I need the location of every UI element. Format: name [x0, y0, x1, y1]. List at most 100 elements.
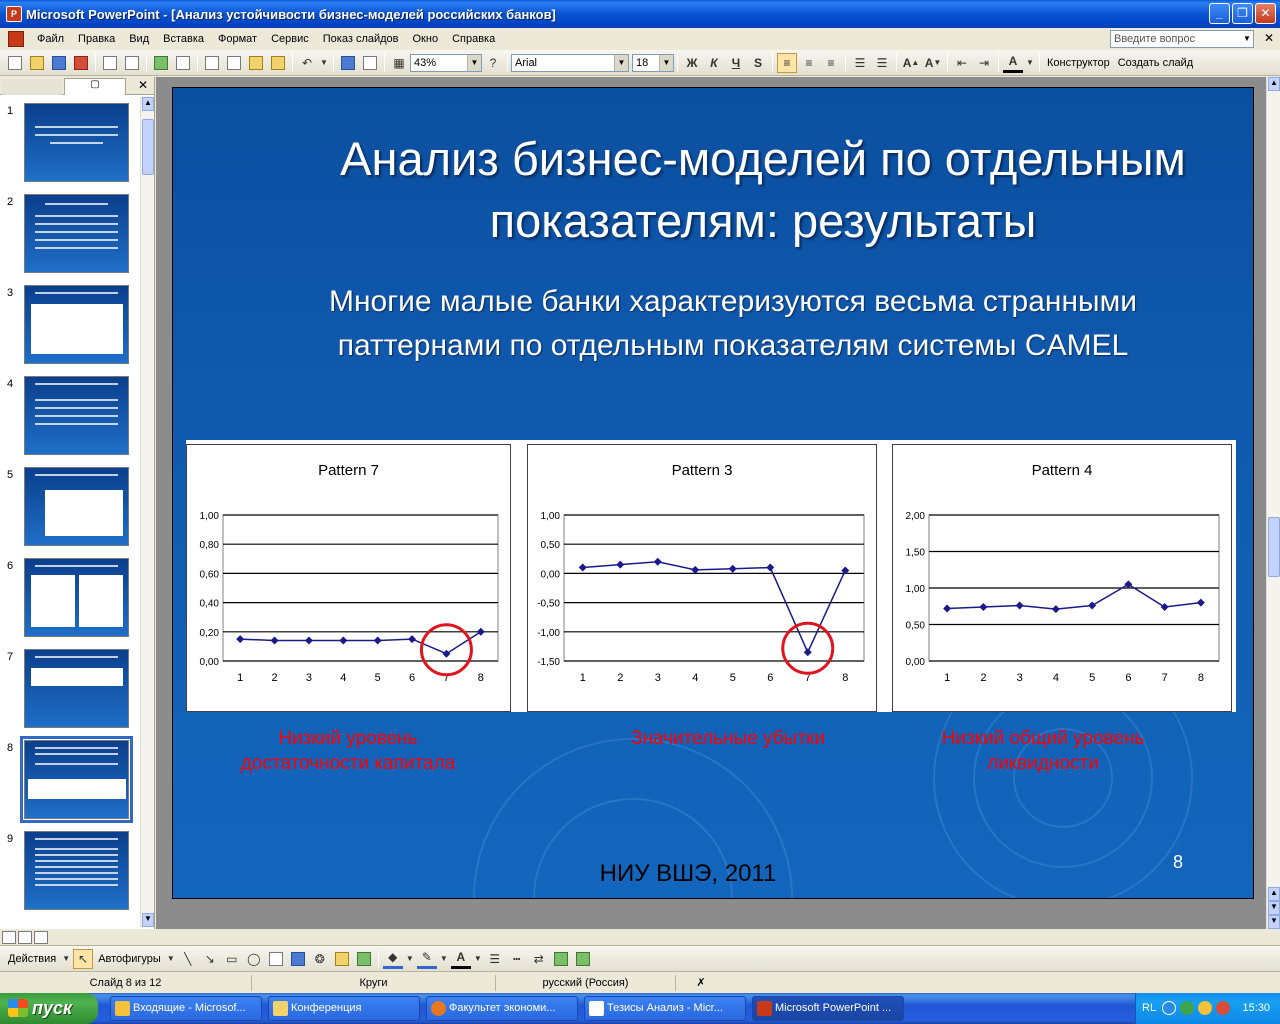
research-icon[interactable]: [173, 53, 193, 73]
copy-icon[interactable]: [224, 53, 244, 73]
scroll-thumb[interactable]: [1268, 517, 1280, 577]
thumbnail-row[interactable]: 1: [0, 97, 140, 187]
task-word[interactable]: Тезисы Анализ - Micr...: [584, 996, 746, 1021]
autoshapes-dropdown-icon[interactable]: ▼: [166, 949, 176, 969]
scroll-up-icon[interactable]: ▲: [142, 97, 154, 111]
new-icon[interactable]: [5, 53, 25, 73]
close-icon[interactable]: ✕: [138, 78, 148, 92]
slide-thumbnail[interactable]: [24, 285, 129, 364]
menu-file[interactable]: Файл: [30, 29, 71, 49]
line-style-icon[interactable]: ☰: [485, 949, 505, 969]
actions-dropdown-icon[interactable]: ▼: [61, 949, 71, 969]
menu-insert[interactable]: Вставка: [156, 29, 211, 49]
editor-scrollbar[interactable]: ▲ ▲ ▼ ▼: [1266, 77, 1280, 929]
slide-thumbnail[interactable]: [24, 558, 129, 637]
menu-slideshow[interactable]: Показ слайдов: [316, 29, 406, 49]
save-icon[interactable]: [49, 53, 69, 73]
cut-icon[interactable]: [202, 53, 222, 73]
font-select[interactable]: Arial ▼: [511, 53, 629, 72]
bold-button[interactable]: Ж: [682, 53, 702, 73]
back-icon[interactable]: [1162, 1001, 1176, 1015]
slide-thumbnail[interactable]: [24, 467, 129, 546]
normal-view-icon[interactable]: [2, 930, 16, 944]
fill-color-dropdown-icon[interactable]: ▼: [405, 949, 415, 969]
shadow-style-icon[interactable]: [551, 949, 571, 969]
task-folder[interactable]: Конференция: [268, 996, 420, 1021]
thumbnail-row[interactable]: 7: [0, 643, 140, 733]
open-icon[interactable]: [27, 53, 47, 73]
thumbnail-row[interactable]: 6: [0, 552, 140, 642]
line-icon[interactable]: ╲: [178, 949, 198, 969]
thumbnail-row[interactable]: 5: [0, 461, 140, 551]
tab-outline[interactable]: [2, 79, 62, 95]
spelling-icon[interactable]: [151, 53, 171, 73]
rectangle-icon[interactable]: ▭: [222, 949, 242, 969]
actions-menu[interactable]: Действия: [4, 953, 60, 965]
menu-help[interactable]: Справка: [445, 29, 502, 49]
slide-canvas[interactable]: Анализ бизнес-моделей по отдельным показ…: [172, 87, 1254, 899]
thumbnail-row[interactable]: 4: [0, 370, 140, 460]
insert-chart-icon[interactable]: [338, 53, 358, 73]
format-painter-icon[interactable]: [268, 53, 288, 73]
zoom-select[interactable]: 43% ▼: [410, 53, 482, 72]
slide-subtitle[interactable]: Многие малые банки характеризуются весьм…: [273, 280, 1193, 368]
text-color-dropdown-icon[interactable]: ▼: [473, 949, 483, 969]
slide-thumbnail[interactable]: [24, 103, 129, 182]
notification-icon[interactable]: [1198, 1001, 1212, 1015]
arrow-style-icon[interactable]: ⇄: [529, 949, 549, 969]
insert-table-icon[interactable]: [360, 53, 380, 73]
scroll-down-icon[interactable]: ▼: [1268, 915, 1280, 929]
chevron-down-icon[interactable]: ▼: [659, 54, 673, 71]
chevron-down-icon[interactable]: ▼: [467, 54, 481, 71]
thumbnail-scrollbar[interactable]: ▲ ▼: [140, 97, 154, 927]
italic-button[interactable]: К: [704, 53, 724, 73]
align-right-icon[interactable]: ≡: [821, 53, 841, 73]
menu-edit[interactable]: Правка: [71, 29, 122, 49]
slide-thumbnail[interactable]: [24, 194, 129, 273]
language-indicator[interactable]: RL: [1142, 1002, 1156, 1014]
picture-icon[interactable]: [354, 949, 374, 969]
diagram-icon[interactable]: ❂: [310, 949, 330, 969]
scroll-up-icon[interactable]: ▲: [1268, 77, 1280, 91]
close-button[interactable]: ✕: [1255, 3, 1276, 24]
increase-font-icon[interactable]: A ▲: [901, 53, 921, 73]
thumbnail-row[interactable]: 2: [0, 188, 140, 278]
numbering-icon[interactable]: ☰: [850, 53, 870, 73]
network-icon[interactable]: [1180, 1001, 1194, 1015]
help-search-input[interactable]: Введите вопрос ▼: [1110, 30, 1254, 48]
print-icon[interactable]: [100, 53, 120, 73]
slide-title[interactable]: Анализ бизнес-моделей по отдельным показ…: [273, 128, 1253, 252]
font-color-dropdown-icon[interactable]: ▼: [1025, 53, 1035, 73]
charts-picture[interactable]: Pattern 7 0,00 0,20 0,40 0,60 0,80 1,00 1 2 3 4 5 6 7…: [186, 440, 1236, 712]
chevron-down-icon[interactable]: ▼: [614, 54, 628, 71]
align-center-icon[interactable]: ≡: [799, 53, 819, 73]
new-slide-button[interactable]: Создать слайд: [1114, 57, 1197, 69]
thumbnail-row[interactable]: 9: [0, 825, 140, 915]
bullets-icon[interactable]: ☰: [872, 53, 892, 73]
autoshapes-menu[interactable]: Автофигуры: [94, 953, 165, 965]
previous-slide-icon[interactable]: ▲: [1268, 887, 1280, 901]
font-color-icon[interactable]: A: [1003, 53, 1023, 73]
slideshow-view-icon[interactable]: [34, 930, 48, 944]
fill-color-icon[interactable]: ◆: [382, 949, 403, 969]
slide-thumbnail[interactable]: [24, 376, 129, 455]
oval-icon[interactable]: ◯: [244, 949, 264, 969]
align-left-icon[interactable]: ≡: [777, 52, 797, 73]
task-firefox[interactable]: Факультет экономи...: [426, 996, 578, 1021]
font-size-select[interactable]: 18 ▼: [632, 53, 674, 72]
menu-tools[interactable]: Сервис: [264, 29, 316, 49]
arrow-icon[interactable]: ↘: [200, 949, 220, 969]
line-color-dropdown-icon[interactable]: ▼: [439, 949, 449, 969]
tab-slides[interactable]: ▢: [64, 78, 126, 95]
minimize-button[interactable]: _: [1209, 3, 1230, 24]
text-color-icon[interactable]: A: [450, 949, 471, 969]
chevron-down-icon[interactable]: ▼: [1241, 31, 1253, 47]
grid-icon[interactable]: ▦: [389, 53, 409, 73]
thumbnail-row[interactable]: 8: [0, 734, 140, 824]
menu-view[interactable]: Вид: [122, 29, 156, 49]
start-button[interactable]: пуск: [0, 993, 98, 1024]
paste-icon[interactable]: [246, 53, 266, 73]
thumbnail-row[interactable]: 3: [0, 279, 140, 369]
help-icon[interactable]: ?: [483, 53, 503, 73]
clipart-icon[interactable]: [332, 949, 352, 969]
